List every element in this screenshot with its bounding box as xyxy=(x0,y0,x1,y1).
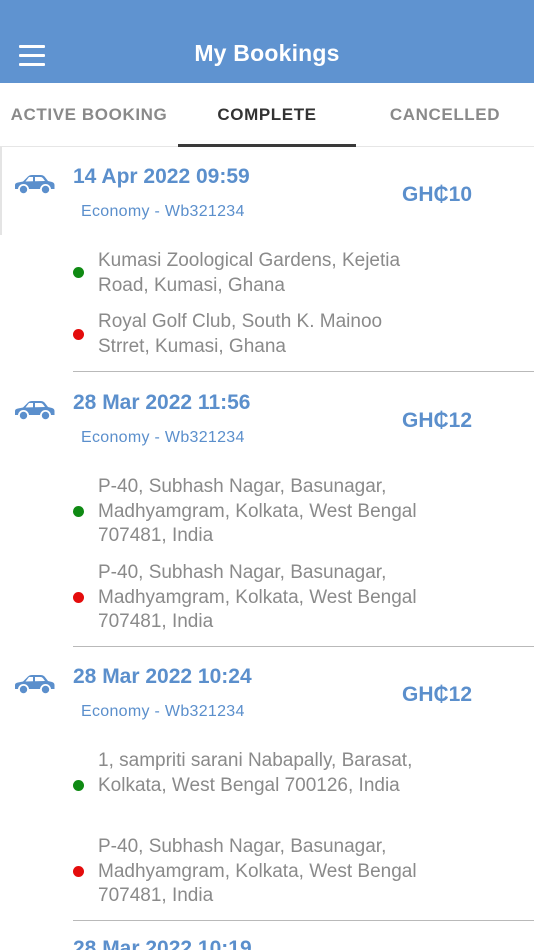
booking-item[interactable]: 28 Mar 2022 10:24 Economy - Wb321234 GH₵… xyxy=(0,647,534,921)
booking-item[interactable]: 28 Mar 2022 10:19 xyxy=(0,921,534,950)
tab-active-booking[interactable]: ACTIVE BOOKING xyxy=(0,83,178,146)
tab-cancelled[interactable]: CANCELLED xyxy=(356,83,534,146)
booking-date: 28 Mar 2022 10:19 xyxy=(73,937,252,950)
pickup-dot-icon xyxy=(73,506,84,517)
divider xyxy=(73,371,534,372)
booking-date: 28 Mar 2022 11:56 xyxy=(73,391,251,414)
car-icon xyxy=(15,175,55,195)
dropoff-address: P-40, Subhash Nagar, Basunagar, Madhyamg… xyxy=(98,836,417,906)
vehicle-info: Economy - Wb321234 xyxy=(81,203,245,220)
pickup-address: Kumasi Zoological Gardens, Kejetia Road,… xyxy=(98,250,401,296)
header-bar: My Bookings xyxy=(0,0,534,83)
page-title: My Bookings xyxy=(194,40,340,66)
pickup-dot-icon xyxy=(73,780,84,791)
booking-item[interactable]: 14 Apr 2022 09:59 Economy - Wb321234 GH₵… xyxy=(0,148,534,373)
booking-item[interactable]: 28 Mar 2022 11:56 Economy - Wb321234 GH₵… xyxy=(0,373,534,647)
app: My Bookings ACTIVE BOOKING COMPLETE CANC… xyxy=(0,0,534,950)
dropoff-dot-icon xyxy=(73,329,84,340)
booking-date: 28 Mar 2022 10:24 xyxy=(73,665,252,688)
pickup-dot-icon xyxy=(73,267,84,278)
dropoff-address: Royal Golf Club, South K. Mainoo Strret,… xyxy=(98,311,383,357)
booking-list: 14 Apr 2022 09:59 Economy - Wb321234 GH₵… xyxy=(0,148,534,950)
car-icon xyxy=(15,401,55,421)
tab-complete[interactable]: COMPLETE xyxy=(178,83,356,147)
vehicle-info: Economy - Wb321234 xyxy=(81,429,245,446)
dropoff-dot-icon xyxy=(73,866,84,877)
pickup-address: P-40, Subhash Nagar, Basunagar, Madhyamg… xyxy=(98,476,417,546)
dropoff-address: P-40, Subhash Nagar, Basunagar, Madhyamg… xyxy=(98,562,417,632)
pickup-address: 1, sampriti sarani Nabapally, Barasat, K… xyxy=(98,750,413,796)
car-icon xyxy=(15,675,55,695)
booking-date: 14 Apr 2022 09:59 xyxy=(73,165,250,188)
booking-price: GH₵10 xyxy=(402,183,473,206)
vehicle-info: Economy - Wb321234 xyxy=(81,703,245,720)
booking-price: GH₵12 xyxy=(402,409,473,432)
booking-price: GH₵12 xyxy=(402,683,473,706)
booking-tabs: ACTIVE BOOKING COMPLETE CANCELLED xyxy=(0,83,534,147)
dropoff-dot-icon xyxy=(73,592,84,603)
